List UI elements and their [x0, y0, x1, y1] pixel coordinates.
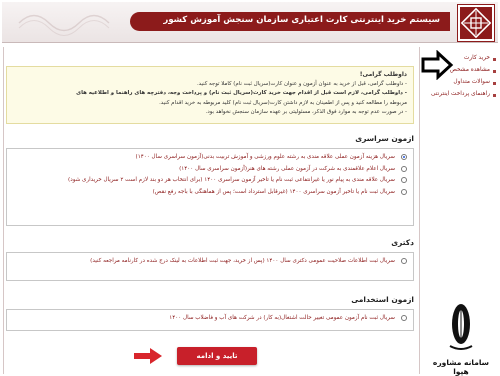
- radio-button[interactable]: [401, 177, 407, 183]
- option-label: سریال ثبت نام آزمون عمومی تغییر حالت اشت…: [169, 315, 395, 321]
- section-title-doctorate: دکتری: [391, 238, 414, 247]
- section-title-national-exam: ازمون سراسری: [355, 134, 414, 143]
- notice-box: داوطلب گرامی! - داوطلب گرامی، قبل از خری…: [6, 66, 414, 124]
- organization-logo: [458, 5, 494, 41]
- option-label: سریال ثبت اطلاعات صلاحیت عمومی دکتری سال…: [90, 258, 395, 264]
- notice-line: - داوطلب گرامی، قبل از خرید به عنوان آزم…: [196, 80, 407, 87]
- sidebar-item-label: سوالات متداول: [453, 79, 490, 85]
- option-label: سریال اعلام علاقمندی به شرکت در آزمون عم…: [179, 165, 395, 172]
- radio-button[interactable]: [401, 188, 407, 195]
- option-art-practical[interactable]: سریال اعلام علاقمندی به شرکت در آزمون عم…: [13, 165, 407, 174]
- red-arrow-icon: [134, 348, 162, 364]
- option-label: سریال ثبت نام یا تاخیر آزمون سراسری ۱۴۰۰…: [152, 188, 395, 195]
- arabesque-decoration: [18, 14, 110, 36]
- option-late-registration[interactable]: سریال ثبت نام یا تاخیر آزمون سراسری ۱۴۰۰…: [13, 188, 407, 197]
- option-label: سریال علاقه مندی به پیام نور یا غیرانتفا…: [68, 177, 395, 183]
- watermark-text: سامانه مشاوره هپوا: [432, 358, 490, 376]
- bullet-icon: [493, 94, 496, 97]
- option-doctorate-eligibility[interactable]: سریال ثبت اطلاعات صلاحیت عمومی دکتری سال…: [13, 257, 407, 266]
- section-employment: سریال ثبت نام آزمون عمومی تغییر حالت اشت…: [6, 309, 414, 331]
- option-payame-noor[interactable]: سریال علاقه مندی به پیام نور یا غیرانتفا…: [13, 176, 407, 185]
- radio-button[interactable]: [401, 165, 407, 172]
- bullet-icon: [493, 58, 496, 61]
- radio-button[interactable]: [401, 258, 407, 264]
- page-title: سیستم خرید اینترنتی کارت اعتباری سازمان …: [163, 15, 440, 25]
- notice-line: مربوطه را مطالعه کنید و پس از اطمینان به…: [159, 99, 407, 106]
- option-water-company[interactable]: سریال ثبت نام آزمون عمومی تغییر حالت اشت…: [13, 314, 407, 323]
- bullet-icon: [493, 82, 496, 85]
- option-sports-practical[interactable]: سریال هزینه آزمون عملی علاقه مندی به رشت…: [13, 153, 407, 162]
- notice-title: داوطلب گرامی!: [359, 71, 407, 78]
- confirm-continue-button[interactable]: تایید و ادامه: [177, 347, 257, 365]
- bullet-icon: [493, 70, 496, 73]
- notice-line: - در صورت عدم توجه به موارد فوق الذکر، م…: [205, 109, 407, 115]
- radio-button[interactable]: [401, 154, 407, 160]
- notice-line: - داوطلب گرامی، لازم است قبل از اقدام جه…: [76, 90, 407, 96]
- page-header: سیستم خرید اینترنتی کارت اعتباری سازمان …: [2, 2, 498, 43]
- sidebar-item-label: خرید کارت: [463, 55, 490, 61]
- pointer-arrow-icon: [421, 50, 454, 80]
- sidebar-item-label: مشاهده مشخص: [449, 67, 490, 73]
- section-doctorate: سریال ثبت اطلاعات صلاحیت عمومی دکتری سال…: [6, 252, 414, 281]
- section-national-exam: سریال هزینه آزمون عملی علاقه مندی به رشت…: [6, 148, 414, 226]
- sidebar-item-payment-guide[interactable]: راهنمای پرداخت اینترنتی: [424, 88, 498, 100]
- logo-pattern-icon: [460, 7, 492, 39]
- section-title-employment: ازمون استخدامی: [351, 295, 414, 304]
- option-label: سریال هزینه آزمون عملی علاقه مندی به رشت…: [135, 154, 396, 160]
- sidebar-item-label: راهنمای پرداخت اینترنتی: [431, 91, 490, 97]
- radio-button[interactable]: [401, 315, 407, 321]
